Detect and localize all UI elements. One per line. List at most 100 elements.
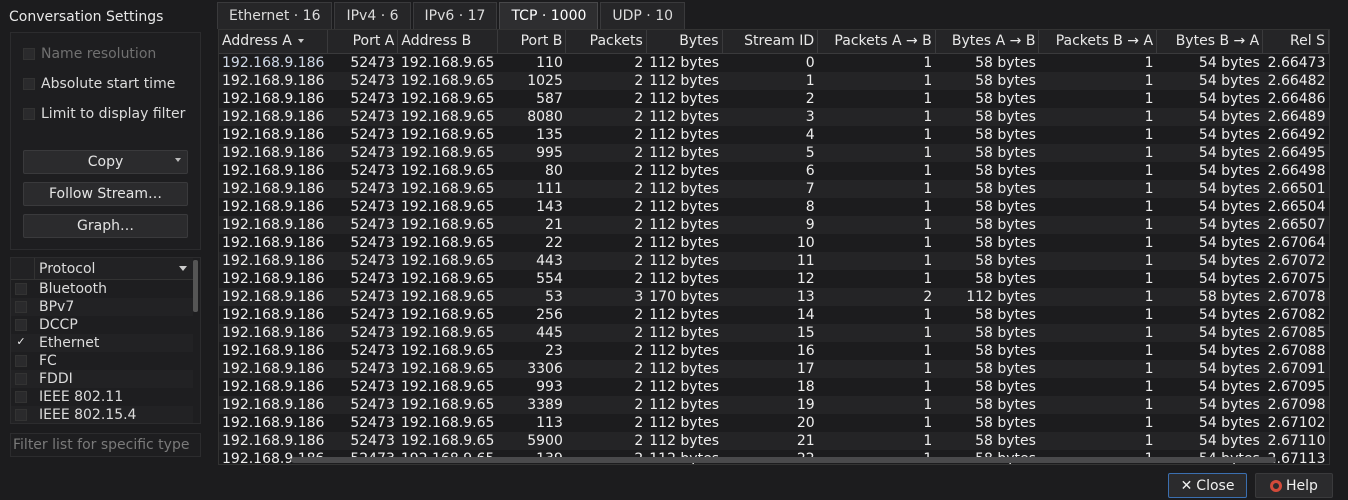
column-header[interactable]: Rel S xyxy=(1262,30,1329,54)
table-cell: 1 xyxy=(817,71,936,90)
tab-0[interactable]: Ethernet · 16 xyxy=(217,2,333,29)
protocol-item[interactable]: FDDI xyxy=(11,370,193,388)
table-cell: 192.168.9.186 xyxy=(219,71,328,90)
table-cell: 54 bytes xyxy=(1198,378,1260,395)
table-cell: 2 xyxy=(634,342,644,359)
checkmark-icon[interactable]: ✓ xyxy=(15,336,27,349)
table-cell: 192.168.9.65 xyxy=(397,323,498,342)
protocol-label: BPv7 xyxy=(39,299,75,315)
filter-type-input[interactable] xyxy=(10,433,201,457)
table-cell: 58 bytes xyxy=(975,162,1036,179)
table-row[interactable]: 192.168.9.186 52473 192.168.9.65 53 3 170 byt… xyxy=(219,287,1329,306)
protocol-checkbox[interactable] xyxy=(15,355,27,367)
name-resolution-checkbox[interactable] xyxy=(23,48,35,60)
table-cell: 52473 xyxy=(350,378,395,395)
table-cell: 554 xyxy=(536,270,563,287)
column-header[interactable]: Address A xyxy=(219,30,328,54)
protocol-checkbox[interactable] xyxy=(15,283,27,295)
close-label: Close xyxy=(1196,477,1235,494)
tab-3[interactable]: TCP · 1000 xyxy=(499,2,599,29)
table-row[interactable]: 192.168.9.186 52473 192.168.9.65 23 2 112 byt… xyxy=(219,342,1329,360)
protocol-items: Bluetooth BPv7 DCCP ✓ Ethernet FC FDDI IEEE 802… xyxy=(11,280,193,423)
absolute-start-time-checkbox[interactable] xyxy=(23,78,35,90)
protocol-label: IEEE 802.11 xyxy=(39,389,124,405)
table-row[interactable]: 192.168.9.186 52473 192.168.9.65 135 2 112 by… xyxy=(219,126,1329,144)
table-row[interactable]: 192.168.9.186 52473 192.168.9.65 110 2 112 by… xyxy=(219,53,1329,72)
copy-button[interactable]: Copy xyxy=(23,150,188,174)
protocol-item[interactable]: IEEE 802.11 xyxy=(11,388,193,406)
table-row[interactable]: 192.168.9.186 52473 192.168.9.65 445 2 112 by… xyxy=(219,323,1329,342)
follow-stream-button[interactable]: Follow Stream… xyxy=(23,182,188,206)
table-row[interactable]: 192.168.9.186 52473 192.168.9.65 256 2 112 by… xyxy=(219,306,1329,324)
horizontal-scrollbar[interactable] xyxy=(291,457,1276,463)
table-cell: 1 xyxy=(1038,71,1157,90)
table-row[interactable]: 192.168.9.186 52473 192.168.9.65 1025 2 112 b… xyxy=(219,71,1329,90)
name-resolution-option[interactable]: Name resolution xyxy=(23,44,156,64)
protocol-checkbox[interactable] xyxy=(15,373,27,385)
protocol-item[interactable]: FC xyxy=(11,352,193,370)
column-header[interactable]: Stream ID xyxy=(722,30,819,54)
table-cell: 58 bytes xyxy=(975,378,1036,395)
table-row[interactable]: 192.168.9.186 52473 192.168.9.65 554 2 112 by… xyxy=(219,270,1329,288)
table-cell: 1 xyxy=(1144,306,1154,323)
limit-display-filter-checkbox[interactable] xyxy=(23,108,35,120)
table-cell: 112 bytes xyxy=(649,54,719,71)
table-cell: 52473 xyxy=(327,215,398,234)
table-row[interactable]: 192.168.9.186 52473 192.168.9.65 443 2 112 by… xyxy=(219,251,1329,270)
table-row[interactable]: 192.168.9.186 52473 192.168.9.65 22 2 112 byt… xyxy=(219,234,1329,252)
protocol-checkbox[interactable] xyxy=(15,319,27,331)
table-row[interactable]: 192.168.9.186 52473 192.168.9.65 80 2 112 byt… xyxy=(219,162,1329,180)
column-header[interactable]: Bytes B → A xyxy=(1156,30,1264,54)
table-row[interactable]: 192.168.9.186 52473 192.168.9.65 3389 2 112 b… xyxy=(219,395,1329,414)
protocol-header[interactable]: Protocol xyxy=(11,258,193,280)
table-row[interactable]: 192.168.9.186 52473 192.168.9.65 8080 2 112 b… xyxy=(219,107,1329,126)
table-cell: 1 xyxy=(923,198,933,215)
close-button[interactable]: ✕ Close xyxy=(1168,473,1247,498)
table-row[interactable]: 192.168.9.186 52473 192.168.9.65 3306 2 112 b… xyxy=(219,359,1329,378)
tab-2[interactable]: IPv6 · 17 xyxy=(412,2,498,29)
protocol-item[interactable]: BPv7 xyxy=(11,298,193,316)
table-cell: 2 xyxy=(817,287,936,306)
table-cell: 52473 xyxy=(350,414,395,431)
column-header[interactable]: Address B xyxy=(397,30,498,54)
absolute-start-time-option[interactable]: Absolute start time xyxy=(23,74,175,94)
help-button[interactable]: Help xyxy=(1255,473,1333,498)
table-row[interactable]: 192.168.9.186 52473 192.168.9.65 587 2 112 by… xyxy=(219,90,1329,108)
table-cell: 1 xyxy=(817,215,936,234)
table-row[interactable]: 192.168.9.186 52473 192.168.9.65 21 2 112 byt… xyxy=(219,215,1329,234)
table-cell: 192.168.9.186 xyxy=(222,306,325,323)
table-row[interactable]: 192.168.9.186 52473 192.168.9.65 995 2 112 by… xyxy=(219,143,1329,162)
table-cell: 2.67064 xyxy=(1267,234,1326,251)
table-cell: 6 xyxy=(805,162,815,179)
tab-1[interactable]: IPv4 · 6 xyxy=(334,2,411,29)
column-header[interactable]: Packets A → B xyxy=(817,30,936,54)
tab-4[interactable]: UDP · 10 xyxy=(600,2,686,29)
protocol-column-header[interactable]: Protocol xyxy=(35,258,193,279)
table-row[interactable]: 192.168.9.186 52473 192.168.9.65 5900 2 112 b… xyxy=(219,431,1329,450)
protocol-checkbox[interactable] xyxy=(15,409,27,421)
table-row[interactable]: 192.168.9.186 52473 192.168.9.65 143 2 112 by… xyxy=(219,198,1329,216)
table-row[interactable]: 192.168.9.186 52473 192.168.9.65 113 2 112 by… xyxy=(219,414,1329,432)
protocol-item[interactable]: Bluetooth xyxy=(11,280,193,298)
protocol-scrollbar[interactable] xyxy=(193,260,198,312)
table-row[interactable]: 192.168.9.186 52473 192.168.9.65 111 2 112 by… xyxy=(219,179,1329,198)
protocol-item[interactable]: IEEE 802.15.4 xyxy=(11,406,193,423)
column-header[interactable]: Port B xyxy=(497,30,567,54)
column-header[interactable]: Bytes A → B xyxy=(935,30,1040,54)
protocol-item[interactable]: DCCP xyxy=(11,316,193,334)
table-cell: 2.67072 xyxy=(1262,251,1329,270)
column-header[interactable]: Port A xyxy=(327,30,399,54)
column-header[interactable]: Packets xyxy=(565,30,647,54)
table-cell: 1 xyxy=(923,342,933,359)
column-header-label: Packets xyxy=(589,33,643,50)
table-cell: 10 xyxy=(796,234,815,251)
column-header[interactable]: Packets B → A xyxy=(1038,30,1158,54)
column-header[interactable]: Bytes xyxy=(646,30,723,54)
graph-button[interactable]: Graph… xyxy=(23,214,188,238)
protocol-checkbox[interactable] xyxy=(15,301,27,313)
limit-display-filter-option[interactable]: Limit to display filter xyxy=(23,104,185,124)
table-cell: 2 xyxy=(634,414,644,431)
table-row[interactable]: 192.168.9.186 52473 192.168.9.65 993 2 112 by… xyxy=(219,378,1329,396)
protocol-item[interactable]: ✓ Ethernet xyxy=(11,334,193,352)
protocol-checkbox[interactable] xyxy=(15,391,27,403)
